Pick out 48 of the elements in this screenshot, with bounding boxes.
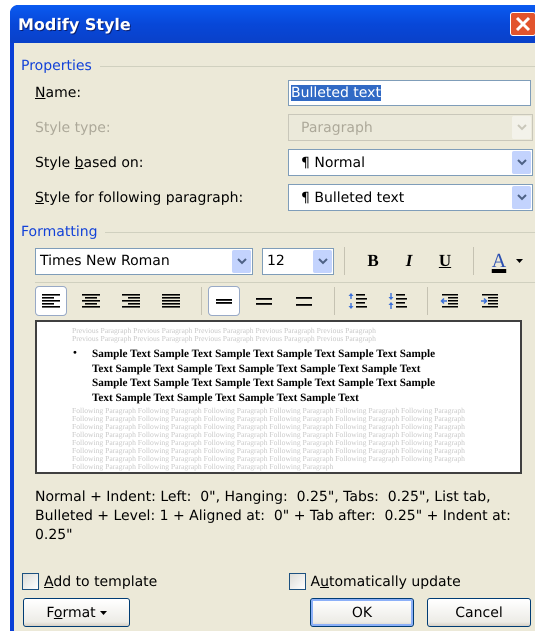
- italic-button[interactable]: I: [391, 248, 427, 274]
- chevron-down-icon: [512, 186, 531, 209]
- bullet: •: [71, 347, 79, 361]
- caret-icon: [100, 610, 107, 614]
- size-dropdown[interactable]: 12: [262, 248, 334, 274]
- sample-text: Text Sample Text Sample Text Sample Text Sample Text: [92, 390, 360, 405]
- format-menu-button[interactable]: Format: [23, 598, 130, 627]
- checkbox-label[interactable]: Add to template: [44, 574, 158, 590]
- dropdown[interactable]: ¶ Bulleted text: [288, 184, 533, 211]
- font-color-button[interactable]: A: [484, 248, 514, 274]
- caret-icon[interactable]: [516, 259, 523, 263]
- single-spacing-button[interactable]: [208, 286, 240, 316]
- align-right-icon: [120, 293, 142, 309]
- chevron-down-icon: [313, 250, 332, 272]
- section-heading: Properties: [21, 58, 92, 74]
- chevron-down-icon: [232, 250, 251, 272]
- sample-text: Sample Text Sample Text Sample Text Sample Text Sample Text Sample: [92, 376, 436, 390]
- close-button[interactable]: [510, 12, 535, 36]
- window-title: Modify Style: [18, 14, 131, 34]
- checkbox-label[interactable]: Automatically update: [310, 574, 461, 590]
- field-label: Style for following paragraph:: [35, 190, 244, 206]
- ok-button[interactable]: OK: [310, 598, 414, 627]
- align-left-button[interactable]: [35, 286, 67, 316]
- align-left-icon: [40, 293, 62, 309]
- sample-text: Text Sample Text Sample Text Sample Text Sample Text Sample Text: [92, 362, 422, 376]
- field-label: Style type:: [35, 120, 112, 136]
- spacing-increase-icon: [346, 292, 368, 310]
- section-heading: Formatting: [21, 224, 98, 240]
- sample-text: Sample Text Sample Text Sample Text Sample Text Sample Text Sample: [92, 347, 436, 362]
- checkbox[interactable]: [288, 573, 306, 590]
- chevron-down-icon: [512, 151, 531, 174]
- indent-decrease-icon: [439, 292, 461, 310]
- cancel-button[interactable]: Cancel: [427, 598, 531, 627]
- style-description: Normal + Indent: Left: 0", Hanging: 0.25", Tabs: 0.25", List tab, Bulleted + Level: 1 + Aligned at: 0" + Tab after: 0.25" + Indent at: 0.25": [35, 488, 512, 545]
- dropdown[interactable]: ¶ Normal: [288, 149, 533, 176]
- align-center-icon: [80, 293, 102, 309]
- align-justify-icon: [160, 293, 182, 309]
- close-icon: [515, 16, 531, 32]
- indent-increase-icon: [479, 292, 501, 310]
- chevron-down-icon: [512, 116, 531, 139]
- name-field[interactable]: Bulleted text: [288, 80, 531, 106]
- font-dropdown[interactable]: Times New Roman: [35, 248, 253, 274]
- field-label: Name:: [35, 84, 82, 100]
- field-label: Style based on:: [35, 154, 144, 170]
- spacing-decrease-icon: [386, 292, 408, 310]
- bold-button[interactable]: B: [355, 248, 391, 274]
- checkbox[interactable]: [22, 573, 39, 590]
- underline-button[interactable]: U: [427, 248, 463, 274]
